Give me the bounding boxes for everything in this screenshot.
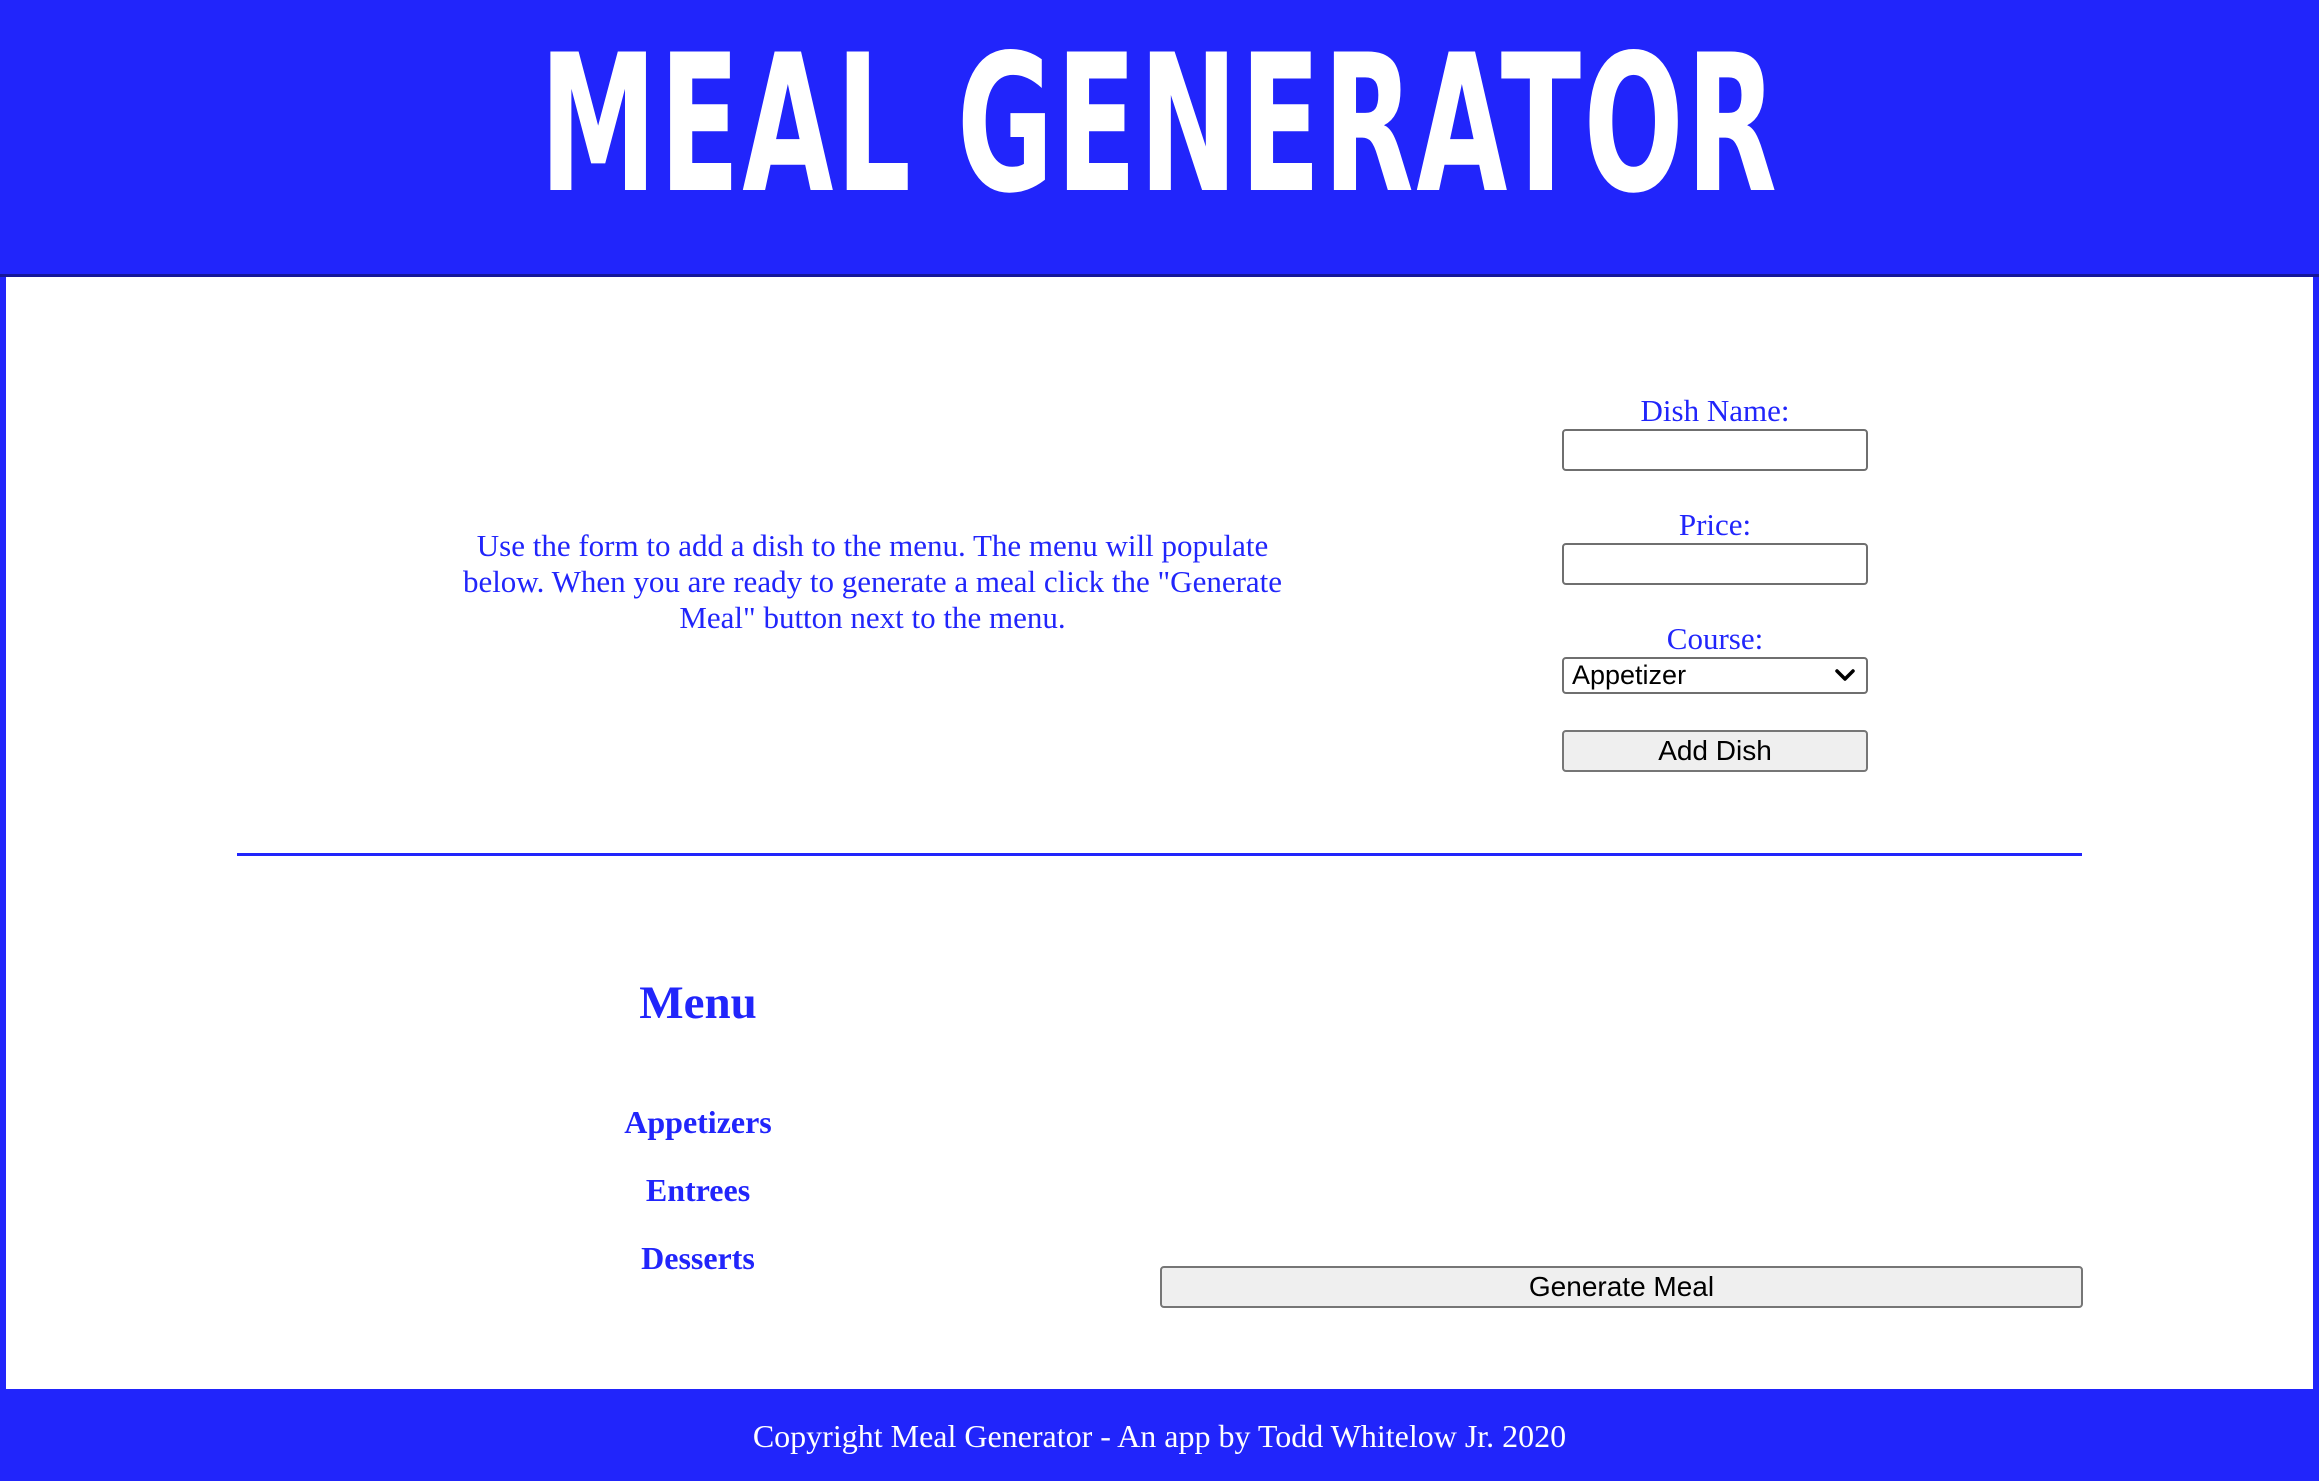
dish-name-input[interactable] xyxy=(1562,429,1868,471)
price-input[interactable] xyxy=(1562,543,1868,585)
app-title: MEAL GENERATOR xyxy=(539,14,1780,235)
footer-copyright: Copyright Meal Generator - An app by Tod… xyxy=(752,1418,1567,1454)
course-select-value: Appetizer xyxy=(1572,660,1687,690)
section-divider xyxy=(237,853,2082,856)
footer: Copyright Meal Generator - An app by Tod… xyxy=(0,1389,2319,1481)
menu-category-appetizers: Appetizers xyxy=(624,1104,772,1140)
intro-text: Use the form to add a dish to the menu. … xyxy=(462,528,1283,635)
header-banner: MEAL GENERATOR xyxy=(0,0,2319,277)
chevron-down-icon xyxy=(1835,669,1855,681)
menu-category-desserts: Desserts xyxy=(641,1240,755,1276)
dish-name-label: Dish Name: xyxy=(1640,393,1790,428)
add-dish-button[interactable]: Add Dish xyxy=(1562,730,1868,772)
course-label: Course: xyxy=(1666,621,1764,656)
menu-category-entrees: Entrees xyxy=(645,1172,751,1208)
course-select[interactable]: Appetizer xyxy=(1562,657,1868,694)
price-label: Price: xyxy=(1678,507,1752,542)
add-dish-form: Dish Name: Price: Course: Appetizer Add … xyxy=(1562,393,1868,772)
menu-heading: Menu xyxy=(639,977,757,1029)
generate-meal-button[interactable]: Generate Meal xyxy=(1160,1266,2083,1308)
